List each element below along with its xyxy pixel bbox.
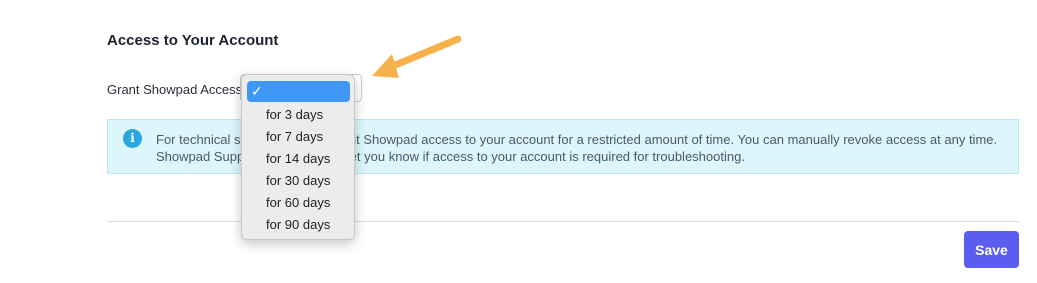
section-title: Access to Your Account: [107, 32, 279, 49]
dropdown-option-30-days[interactable]: for 30 days: [266, 173, 330, 189]
dropdown-option-90-days[interactable]: for 90 days: [266, 217, 330, 233]
dropdown-option-14-days[interactable]: for 14 days: [266, 151, 330, 167]
dropdown-menu: ✓ for 3 days for 7 days for 14 days for …: [241, 74, 355, 240]
save-button[interactable]: Save: [964, 231, 1019, 268]
dropdown-option-empty-selected[interactable]: ✓: [247, 81, 350, 102]
dropdown-option-60-days[interactable]: for 60 days: [266, 195, 330, 211]
dropdown-option-3-days[interactable]: for 3 days: [266, 107, 323, 123]
checkmark-icon: ✓: [251, 83, 263, 99]
grant-access-label: Grant Showpad Access: [107, 82, 243, 97]
account-access-panel: Access to Your Account Grant Showpad Acc…: [0, 0, 1037, 283]
dropdown-option-7-days[interactable]: for 7 days: [266, 129, 323, 145]
arrow-annotation-icon: [372, 35, 462, 78]
info-icon: i: [123, 129, 142, 148]
